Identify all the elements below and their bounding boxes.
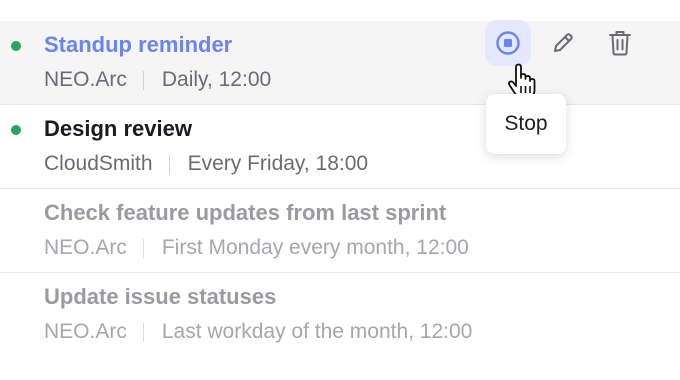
reminder-title[interactable]: Design review: [44, 116, 192, 142]
reminder-schedule: Daily, 12:00: [161, 68, 272, 91]
stop-circle-icon: [496, 31, 520, 55]
reminder-title[interactable]: Check feature updates from last sprint: [44, 200, 446, 226]
reminder-project: NEO.Arc: [44, 236, 127, 259]
reminder-row-check-feature-updates[interactable]: Check feature updates from last sprint N…: [0, 189, 680, 273]
delete-button[interactable]: [597, 20, 643, 66]
meta-separator: [168, 154, 170, 174]
meta-separator: [142, 322, 144, 342]
reminder-title[interactable]: Update issue statuses: [44, 284, 276, 310]
reminder-project: CloudSmith: [44, 152, 153, 175]
reminder-meta: NEO.Arc Last workday of the month, 12:00: [44, 320, 472, 344]
reminder-project: NEO.Arc: [44, 320, 127, 343]
meta-separator: [142, 238, 144, 258]
reminder-list: Standup reminder NEO.Arc Daily, 12:00 De…: [0, 0, 680, 380]
tooltip-label: Stop: [504, 112, 548, 135]
reminder-title[interactable]: Standup reminder: [44, 32, 232, 58]
pencil-icon: [554, 33, 573, 52]
reminder-schedule: Every Friday, 18:00: [187, 152, 369, 175]
reminder-schedule: Last workday of the month, 12:00: [161, 320, 473, 343]
reminder-row-design-review[interactable]: Design review CloudSmith Every Friday, 1…: [0, 105, 680, 189]
stop-tooltip: Stop: [486, 94, 566, 154]
reminder-project: NEO.Arc: [44, 68, 127, 91]
reminder-meta: NEO.Arc Daily, 12:00: [44, 68, 271, 92]
reminder-schedule: First Monday every month, 12:00: [161, 236, 469, 259]
meta-separator: [142, 70, 144, 90]
status-dot-active: [11, 41, 21, 51]
trash-icon: [609, 31, 631, 56]
reminder-meta: CloudSmith Every Friday, 18:00: [44, 152, 368, 176]
reminder-row-update-issue-statuses[interactable]: Update issue statuses NEO.Arc Last workd…: [0, 273, 680, 357]
reminder-meta: NEO.Arc First Monday every month, 12:00: [44, 236, 469, 260]
stop-button[interactable]: [485, 20, 531, 66]
edit-button[interactable]: [540, 20, 586, 66]
status-dot-active: [11, 125, 21, 135]
